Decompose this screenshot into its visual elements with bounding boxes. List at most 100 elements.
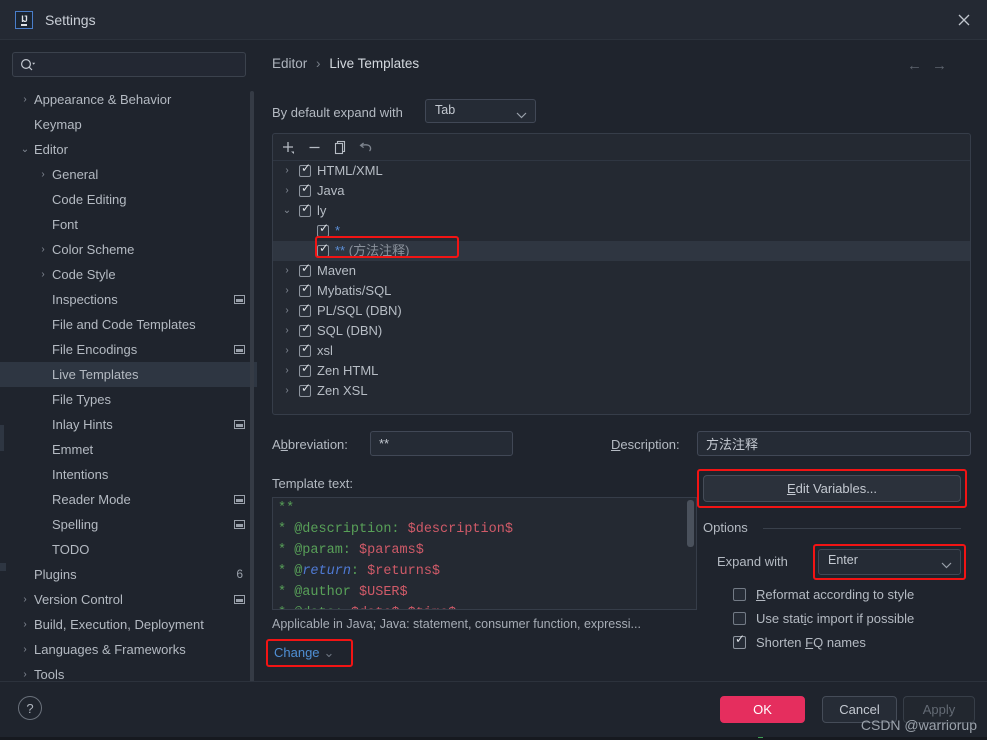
sidebar-item-label: Code Editing xyxy=(52,192,127,207)
sidebar-item-live-templates[interactable]: Live Templates xyxy=(0,362,257,387)
expand-arrow-icon[interactable]: › xyxy=(281,301,293,321)
sidebar-item-plugins[interactable]: Plugins 6 xyxy=(0,562,257,587)
sidebar-item-file-encodings[interactable]: File Encodings xyxy=(0,337,257,362)
expand-arrow-icon[interactable]: › xyxy=(18,612,32,637)
sidebar-item-code-editing[interactable]: Code Editing xyxy=(0,187,257,212)
forward-arrow-icon[interactable]: → xyxy=(932,57,957,74)
abbreviation-field[interactable] xyxy=(370,431,513,456)
help-button[interactable]: ? xyxy=(18,696,42,720)
template-group-html-xml[interactable]: › HTML/XML xyxy=(273,161,970,181)
template-group-java[interactable]: › Java xyxy=(273,181,970,201)
expand-arrow-icon[interactable]: › xyxy=(36,162,50,187)
description-field[interactable] xyxy=(697,431,971,456)
sidebar-item-languages-frameworks[interactable]: › Languages & Frameworks xyxy=(0,637,257,662)
expand-arrow-icon[interactable]: › xyxy=(281,361,293,381)
template-checkbox[interactable] xyxy=(299,381,311,397)
sidebar-scrollbar[interactable] xyxy=(250,91,254,681)
template-item-star[interactable]: * xyxy=(273,221,970,241)
sidebar-item-label: Editor xyxy=(34,142,68,157)
search-input[interactable] xyxy=(43,53,241,76)
sidebar-item-file-and-code-templates[interactable]: File and Code Templates xyxy=(0,312,257,337)
abbreviation-input[interactable] xyxy=(379,432,504,455)
expand-arrow-icon[interactable]: › xyxy=(18,662,32,681)
template-checkbox[interactable] xyxy=(299,261,311,277)
default-expand-dropdown[interactable]: Tab xyxy=(425,99,536,123)
template-text-editor[interactable]: ** * @description: $description$ * @param:… xyxy=(272,497,697,610)
sidebar-item-keymap[interactable]: Keymap xyxy=(0,112,257,137)
template-checkbox[interactable] xyxy=(317,241,329,257)
expand-arrow-icon[interactable]: › xyxy=(281,341,293,361)
search-field[interactable] xyxy=(12,52,246,77)
duplicate-template-button[interactable] xyxy=(329,137,351,158)
template-editor-line: * @return: $returns$ xyxy=(273,561,696,582)
template-group-zen-xsl[interactable]: › Zen XSL xyxy=(273,381,970,401)
sidebar-item-general[interactable]: › General xyxy=(0,162,257,187)
sidebar-item-spelling[interactable]: Spelling xyxy=(0,512,257,537)
template-checkbox[interactable] xyxy=(299,281,311,297)
sidebar-item-tools[interactable]: › Tools xyxy=(0,662,257,681)
expand-arrow-icon[interactable]: › xyxy=(281,381,293,401)
template-group-pl-sql-dbn-[interactable]: › PL/SQL (DBN) xyxy=(273,301,970,321)
change-context-link[interactable]: Change ⌄ xyxy=(274,645,334,661)
description-input[interactable] xyxy=(706,432,962,455)
template-item-double-star[interactable]: ** (方法注释) xyxy=(273,241,970,261)
back-arrow-icon[interactable]: ← xyxy=(907,57,932,74)
add-template-button[interactable] xyxy=(277,137,299,158)
modified-indicator-icon xyxy=(234,345,245,354)
template-checkbox[interactable] xyxy=(317,221,329,237)
expand-with-dropdown[interactable]: Enter xyxy=(818,549,961,575)
expand-arrow-icon[interactable]: › xyxy=(281,281,293,301)
ok-button[interactable]: OK xyxy=(720,696,805,723)
template-group-maven[interactable]: › Maven xyxy=(273,261,970,281)
template-group-sql-dbn-[interactable]: › SQL (DBN) xyxy=(273,321,970,341)
template-group-xsl[interactable]: › xsl xyxy=(273,341,970,361)
template-checkbox[interactable] xyxy=(299,361,311,377)
expand-arrow-icon[interactable]: › xyxy=(18,587,32,612)
sidebar-item-intentions[interactable]: Intentions xyxy=(0,462,257,487)
expand-arrow-icon[interactable]: › xyxy=(281,181,293,201)
expand-arrow-icon[interactable]: › xyxy=(36,237,50,262)
option-checkbox[interactable] xyxy=(733,588,746,601)
expand-arrow-icon[interactable]: › xyxy=(18,87,32,112)
sidebar-item-inlay-hints[interactable]: Inlay Hints xyxy=(0,412,257,437)
sidebar-item-inspections[interactable]: Inspections xyxy=(0,287,257,312)
expand-arrow-icon[interactable]: › xyxy=(281,261,293,281)
expand-arrow-icon[interactable]: › xyxy=(281,161,293,181)
template-checkbox[interactable] xyxy=(299,341,311,357)
sidebar-item-code-style[interactable]: › Code Style xyxy=(0,262,257,287)
expand-arrow-icon[interactable]: ⌄ xyxy=(281,201,293,221)
template-group-zen-html[interactable]: › Zen HTML xyxy=(273,361,970,381)
option-checkbox[interactable] xyxy=(733,612,746,625)
template-checkbox[interactable] xyxy=(299,321,311,337)
template-group-ly[interactable]: ⌄ ly xyxy=(273,201,970,221)
editor-scrollbar[interactable] xyxy=(687,500,694,547)
template-checkbox[interactable] xyxy=(299,201,311,217)
sidebar-item-version-control[interactable]: › Version Control xyxy=(0,587,257,612)
sidebar-item-editor[interactable]: ⌄ Editor xyxy=(0,137,257,162)
sidebar-item-build-execution-deployment[interactable]: › Build, Execution, Deployment xyxy=(0,612,257,637)
sidebar-item-label: TODO xyxy=(52,542,90,557)
edit-variables-button[interactable]: Edit Variables... xyxy=(703,475,961,502)
template-checkbox[interactable] xyxy=(299,161,311,177)
sidebar-item-file-types[interactable]: File Types xyxy=(0,387,257,412)
code-token: : xyxy=(350,564,368,579)
template-group-label: Zen HTML xyxy=(317,363,379,378)
remove-template-button[interactable] xyxy=(303,137,325,158)
expand-arrow-icon[interactable]: ⌄ xyxy=(18,137,32,162)
template-checkbox[interactable] xyxy=(299,301,311,317)
sidebar-item-color-scheme[interactable]: › Color Scheme xyxy=(0,237,257,262)
sidebar-item-todo[interactable]: TODO xyxy=(0,537,257,562)
sidebar-item-appearance-behavior[interactable]: › Appearance & Behavior xyxy=(0,87,257,112)
template-group-mybatis-sql[interactable]: › Mybatis/SQL xyxy=(273,281,970,301)
expand-arrow-icon[interactable]: › xyxy=(36,262,50,287)
option-checkbox[interactable] xyxy=(733,632,746,649)
expand-arrow-icon[interactable]: › xyxy=(281,321,293,341)
expand-arrow-icon[interactable]: › xyxy=(18,637,32,662)
sidebar-item-reader-mode[interactable]: Reader Mode xyxy=(0,487,257,512)
close-icon[interactable] xyxy=(949,6,979,34)
breadcrumb-parent[interactable]: Editor xyxy=(272,56,307,71)
sidebar-item-font[interactable]: Font xyxy=(0,212,257,237)
revert-template-button[interactable] xyxy=(355,137,377,158)
sidebar-item-emmet[interactable]: Emmet xyxy=(0,437,257,462)
template-checkbox[interactable] xyxy=(299,181,311,197)
